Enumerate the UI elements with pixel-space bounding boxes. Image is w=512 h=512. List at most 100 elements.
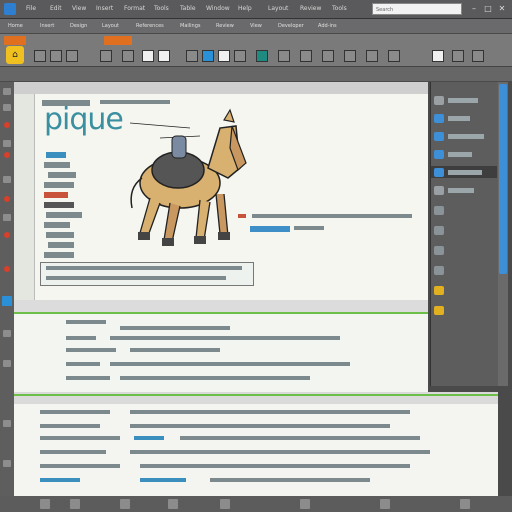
menu-window[interactable]: Window [206,4,230,13]
page-number-icon[interactable] [344,50,356,62]
gutter-icon[interactable] [3,330,11,337]
code-line [46,232,74,238]
menu-format[interactable]: Format [124,4,145,13]
menu-table[interactable]: Table [180,4,196,13]
menu-insert[interactable]: Insert [96,4,113,13]
code-line [140,464,410,468]
gutter-icon[interactable] [3,460,11,467]
status-icon[interactable] [120,499,130,509]
panel-icon[interactable] [434,306,444,315]
tab-design[interactable]: Design [70,22,87,30]
menu-help[interactable]: Help [238,4,252,13]
copy-icon[interactable] [66,50,78,62]
scrollbar-thumb[interactable] [499,84,507,274]
table-icon[interactable] [234,50,246,62]
symbol-icon[interactable] [366,50,378,62]
tab-developer[interactable]: Developer [278,22,304,30]
code-line [140,478,186,482]
status-icon[interactable] [168,499,178,509]
status-icon[interactable] [220,499,230,509]
close-button[interactable]: ✕ [496,3,508,15]
horse-hoof [162,238,174,246]
horse-ear [223,108,235,123]
tab-references[interactable]: References [136,22,164,30]
status-icon[interactable] [460,499,470,509]
panel-icon[interactable] [434,150,444,159]
menu-tools[interactable]: Tools [154,4,169,13]
equation-icon[interactable] [388,50,400,62]
breakpoint-marker[interactable] [4,196,10,202]
format-painter-icon[interactable] [100,50,112,62]
panel-icon[interactable] [434,114,444,123]
bold-icon[interactable] [122,50,134,62]
panel-icon[interactable] [434,132,444,141]
gutter-icon[interactable] [3,214,11,221]
page-icon[interactable] [142,50,154,62]
panel-icon[interactable] [434,186,444,195]
text-box-icon[interactable] [158,50,170,62]
link-icon[interactable] [256,50,268,62]
panel-icon[interactable] [434,96,444,105]
comment-icon[interactable] [278,50,290,62]
minimize-button[interactable]: – [468,3,480,15]
header-icon[interactable] [300,50,312,62]
footer-icon[interactable] [322,50,334,62]
app-icon[interactable] [4,3,16,15]
gutter-icon[interactable] [3,176,11,183]
blue-marker-icon[interactable] [2,296,12,306]
code-line [46,212,82,218]
panel-label [448,98,478,103]
code-line [48,172,76,178]
gutter-icon[interactable] [3,140,11,147]
breakpoint-marker[interactable] [4,232,10,238]
status-icon[interactable] [380,499,390,509]
gutter-icon[interactable] [3,360,11,367]
menu-tools-2[interactable]: Tools [332,4,347,13]
status-icon[interactable] [300,499,310,509]
panel-label [448,134,484,139]
tab-mailings[interactable]: Mailings [180,22,201,30]
panel-icon[interactable] [434,226,444,235]
share-icon[interactable] [452,50,464,62]
code-line [40,450,106,454]
panel-icon[interactable] [434,206,444,215]
menu-layout[interactable]: Layout [268,4,288,13]
panel-icon[interactable] [434,168,444,177]
active-tab-indicator[interactable] [104,36,132,45]
highlighted-text [250,226,290,232]
tab-view[interactable]: View [250,22,262,30]
menu-view[interactable]: View [72,4,86,13]
code-line [120,376,310,380]
gutter-icon[interactable] [3,104,11,111]
file-tab-button[interactable] [4,36,26,45]
status-icon[interactable] [40,499,50,509]
breakpoint-marker[interactable] [4,266,10,272]
breakpoint-marker[interactable] [4,152,10,158]
menu-review[interactable]: Review [300,4,321,13]
chart-icon[interactable] [218,50,230,62]
tab-add-ins[interactable]: Add-ins [318,22,337,30]
paste-icon[interactable] [34,50,46,62]
options-icon[interactable] [472,50,484,62]
gutter-icon[interactable] [3,420,11,427]
status-icon[interactable] [70,499,80,509]
picture-icon[interactable] [202,50,214,62]
panel-icon[interactable] [434,246,444,255]
search-input[interactable]: Search [372,3,462,15]
tab-review[interactable]: Review [216,22,234,30]
home-icon[interactable]: ⌂ [6,46,24,64]
breakpoint-marker[interactable] [4,122,10,128]
tab-insert[interactable]: Insert [40,22,54,30]
maximize-button[interactable]: □ [482,3,494,15]
gutter-icon[interactable] [3,88,11,95]
shape-icon[interactable] [186,50,198,62]
console-panel[interactable] [14,392,498,498]
menu-file[interactable]: File [26,4,36,13]
cut-icon[interactable] [50,50,62,62]
tab-layout[interactable]: Layout [102,22,119,30]
panel-icon[interactable] [434,266,444,275]
tab-home[interactable]: Home [8,22,23,30]
menu-edit[interactable]: Edit [50,4,62,13]
settings-icon[interactable] [432,50,444,62]
panel-icon[interactable] [434,286,444,295]
